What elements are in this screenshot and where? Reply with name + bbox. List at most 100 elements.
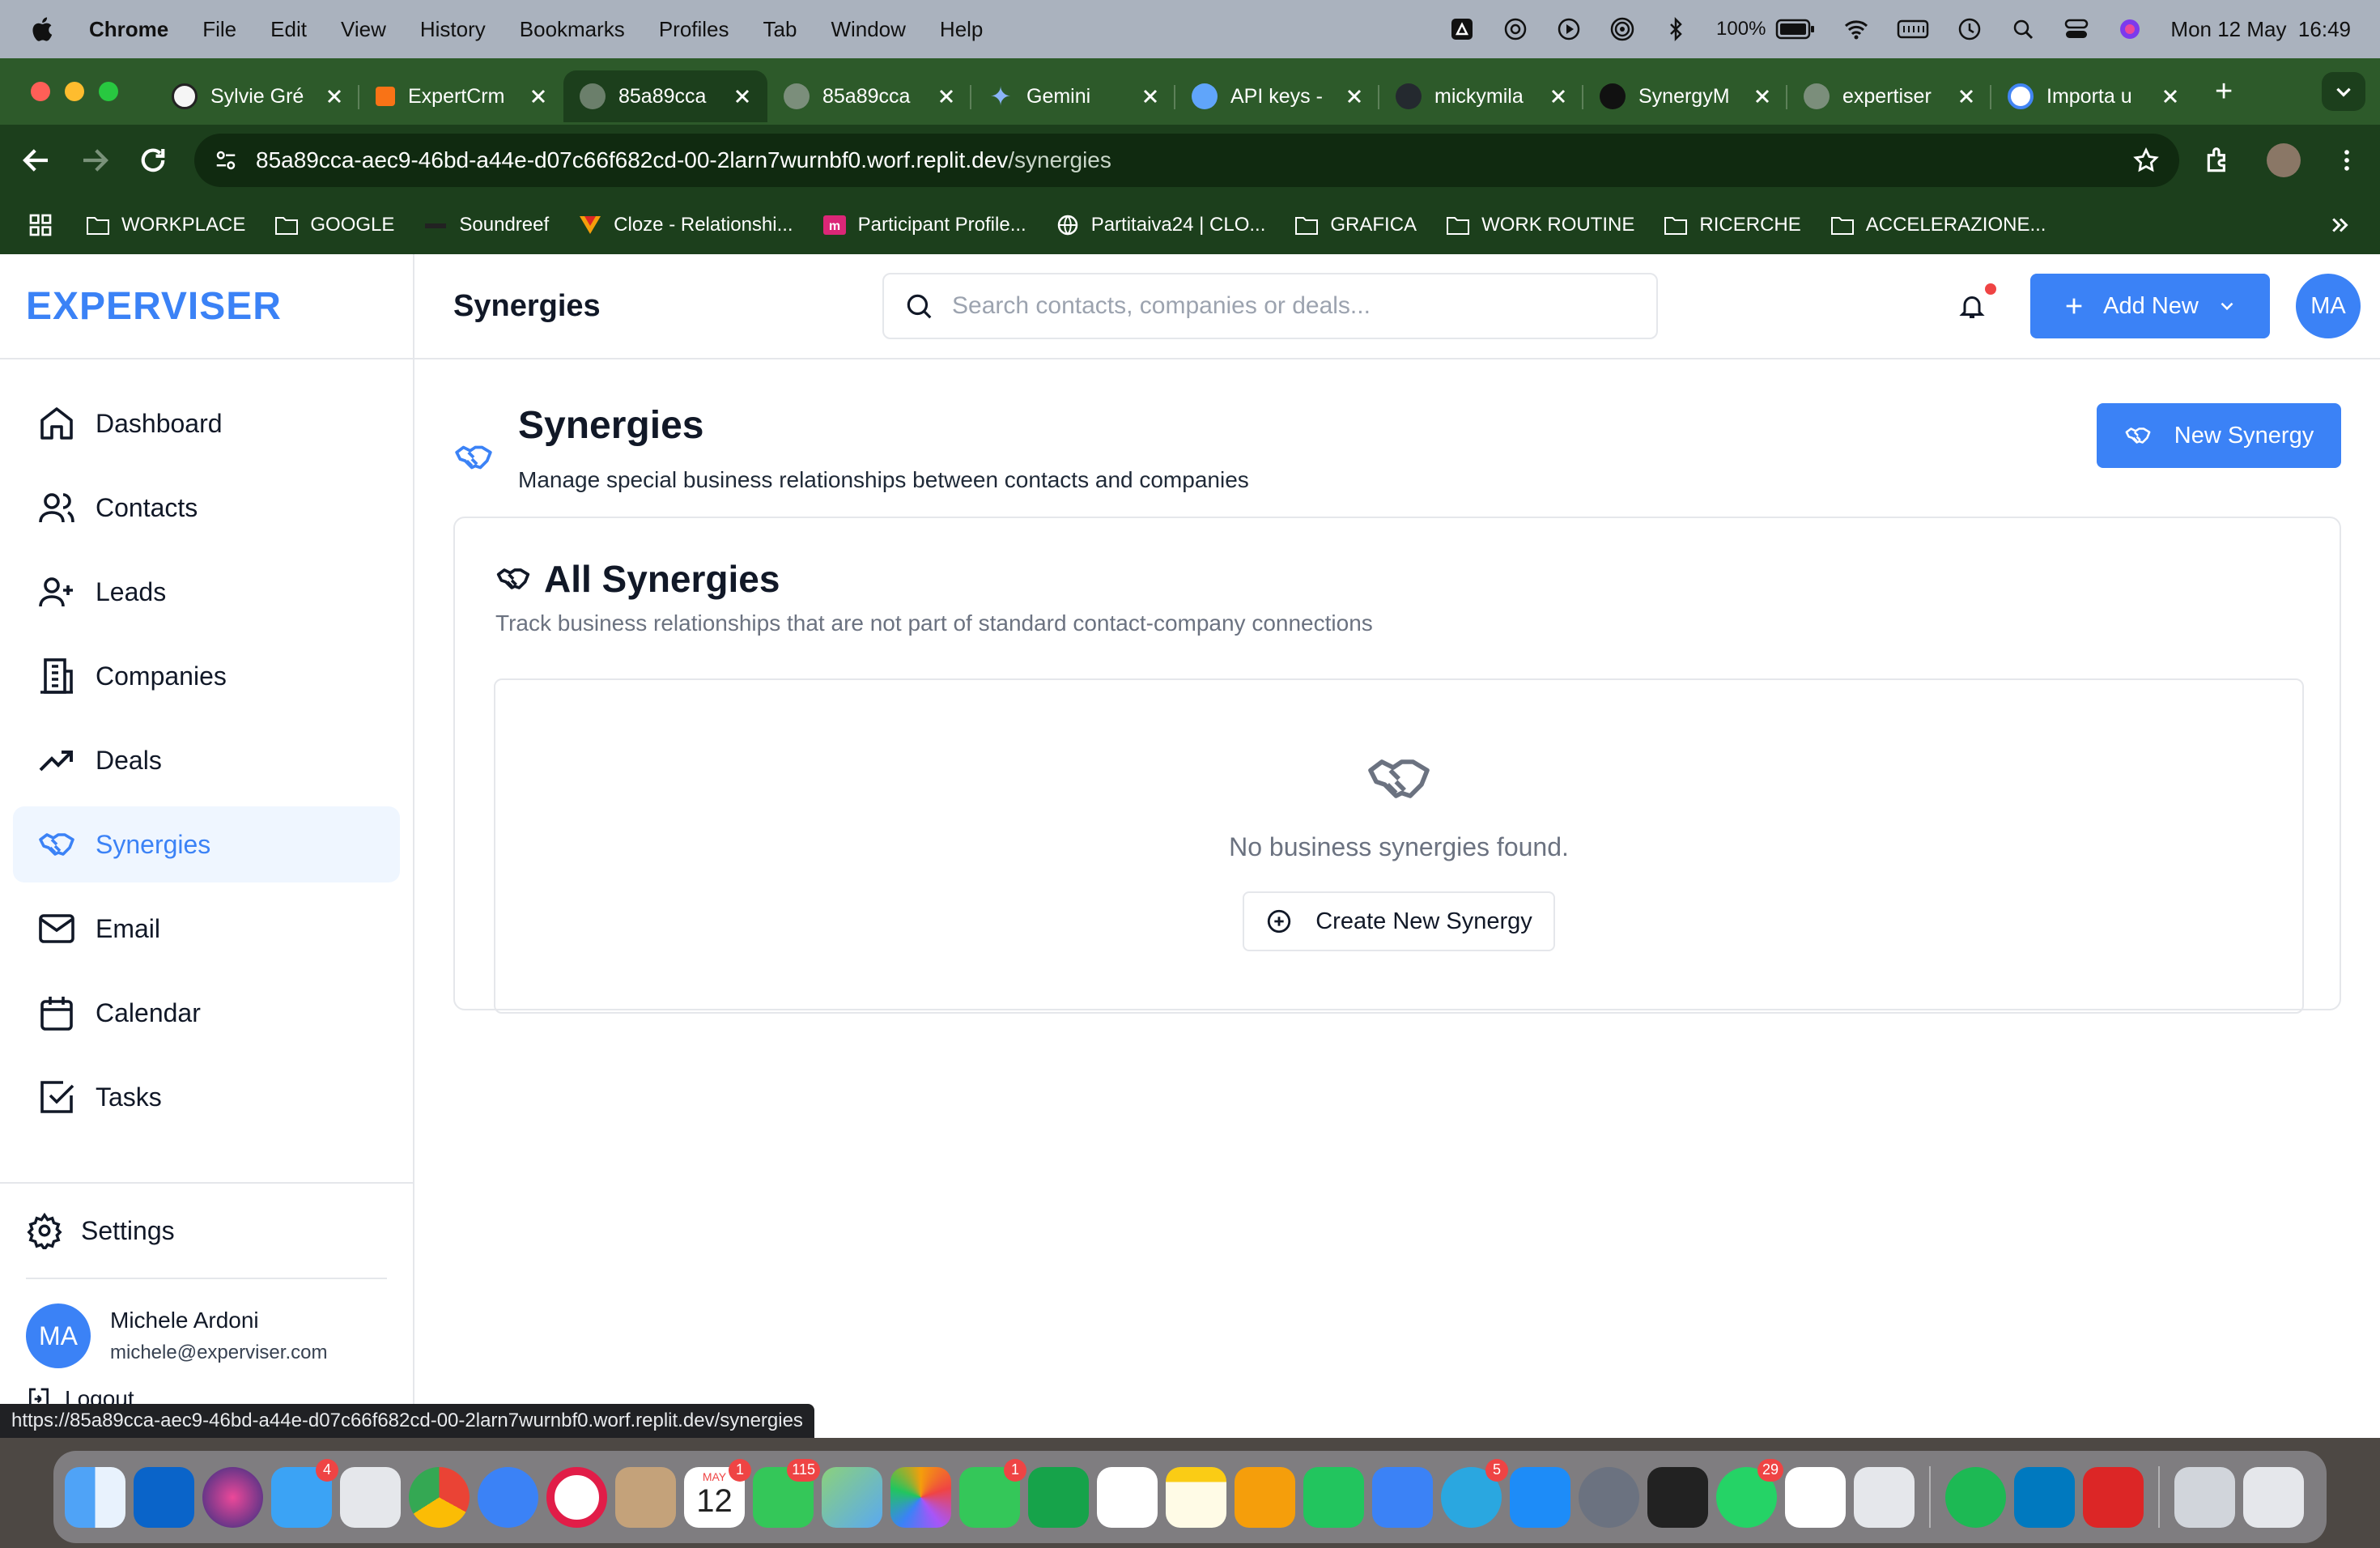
profile-avatar[interactable] — [2267, 143, 2301, 177]
bookmark-folder[interactable]: ACCELERAZIONE... — [1830, 214, 2046, 236]
keynote-icon[interactable] — [1372, 1466, 1433, 1528]
menu-tab[interactable]: Tab — [763, 17, 797, 42]
sidebar-item-settings[interactable]: Settings — [26, 1205, 387, 1257]
wifi-icon[interactable] — [1843, 16, 1869, 42]
chatgpt-app-icon[interactable] — [1785, 1466, 1846, 1528]
browser-tab[interactable]: ✦ Gemini — [971, 70, 1175, 122]
menu-bookmarks[interactable]: Bookmarks — [520, 17, 625, 42]
bookmark-star-icon[interactable] — [2132, 147, 2160, 174]
whatsapp-icon[interactable]: 29 — [1716, 1458, 1783, 1528]
bookmark-link[interactable]: m Participant Profile... — [822, 214, 1026, 236]
iphone-mirroring-icon[interactable] — [1854, 1466, 1915, 1528]
safari-icon[interactable] — [478, 1466, 538, 1528]
browser-tab[interactable]: SynergyM — [1583, 70, 1787, 122]
zoom-window-button[interactable] — [99, 82, 118, 101]
pages-icon[interactable] — [1235, 1466, 1295, 1528]
close-icon[interactable] — [937, 87, 955, 105]
messages-icon[interactable]: 115 — [753, 1458, 820, 1528]
reload-icon[interactable] — [136, 143, 170, 177]
browser-tab[interactable]: expertiser — [1787, 70, 1991, 122]
close-icon[interactable] — [325, 87, 343, 105]
new-synergy-button[interactable]: New Synergy — [2097, 403, 2341, 468]
airdrop-icon[interactable] — [1609, 16, 1635, 42]
facetime-icon[interactable]: 1 — [959, 1458, 1026, 1528]
browser-tab[interactable]: API keys - — [1175, 70, 1379, 122]
bookmark-folder[interactable]: WORK ROUTINE — [1446, 214, 1634, 236]
maps-icon[interactable] — [822, 1466, 882, 1528]
app-store-icon[interactable] — [1510, 1466, 1570, 1528]
notifications-button[interactable] — [1957, 283, 1996, 321]
kebab-menu-icon[interactable] — [2333, 147, 2361, 174]
close-icon[interactable] — [1549, 87, 1567, 105]
sidebar-item-calendar[interactable]: Calendar — [13, 975, 400, 1051]
chatgpt-icon[interactable] — [1502, 16, 1528, 42]
sidebar-item-contacts[interactable]: Contacts — [13, 470, 400, 546]
close-icon[interactable] — [1141, 87, 1159, 105]
create-new-synergy-button[interactable]: Create New Synergy — [1243, 891, 1555, 951]
close-icon[interactable] — [1345, 87, 1363, 105]
trello-icon[interactable] — [2014, 1466, 2075, 1528]
spotify-icon[interactable] — [1945, 1466, 2006, 1528]
brand-logo[interactable]: EXPERVISER — [0, 254, 413, 359]
bookmark-link[interactable]: Soundreef — [423, 214, 549, 236]
menubar-datetime[interactable]: Mon 12 May 16:49 — [2170, 17, 2351, 42]
spotlight-icon[interactable] — [2010, 16, 2036, 42]
google-chat-icon[interactable] — [1028, 1466, 1089, 1528]
telegram-icon[interactable]: 5 — [1441, 1458, 1508, 1528]
sidebar-item-leads[interactable]: Leads — [13, 554, 400, 630]
drive-icon[interactable] — [1449, 16, 1475, 42]
acrobat-icon[interactable] — [2083, 1466, 2144, 1528]
notes-icon[interactable] — [1166, 1466, 1226, 1528]
battery-icon[interactable] — [1775, 19, 1816, 40]
back-arrow-icon[interactable] — [19, 143, 53, 177]
menu-edit[interactable]: Edit — [270, 17, 307, 42]
new-tab-button[interactable]: + — [2215, 74, 2233, 109]
keyboard-icon[interactable] — [1897, 16, 1929, 42]
bluetooth-icon[interactable] — [1663, 16, 1689, 42]
apps-grid-icon[interactable] — [28, 212, 53, 238]
bookmark-link[interactable]: Cloze - Relationshi... — [578, 214, 793, 236]
sidebar-item-synergies[interactable]: Synergies — [13, 806, 400, 882]
finder-icon[interactable] — [65, 1466, 125, 1528]
header-avatar[interactable]: MA — [2296, 274, 2361, 338]
search-box[interactable] — [882, 273, 1658, 339]
search-input[interactable] — [952, 292, 1637, 320]
sidebar-item-deals[interactable]: Deals — [13, 722, 400, 798]
sidebar-item-email[interactable]: Email — [13, 891, 400, 967]
close-icon[interactable] — [529, 87, 547, 105]
outlook-icon[interactable] — [134, 1466, 194, 1528]
evernote-icon[interactable] — [1097, 1466, 1158, 1528]
extensions-icon[interactable] — [2204, 145, 2234, 176]
sidebar-item-companies[interactable]: Companies — [13, 638, 400, 714]
browser-tab-active[interactable]: 85a89cca — [563, 70, 767, 122]
browser-tab[interactable]: 85a89cca — [767, 70, 971, 122]
forward-arrow-icon[interactable] — [78, 143, 112, 177]
menu-view[interactable]: View — [341, 17, 386, 42]
menu-profiles[interactable]: Profiles — [659, 17, 729, 42]
contacts-app-icon[interactable] — [615, 1466, 676, 1528]
add-new-button[interactable]: Add New — [2030, 274, 2270, 338]
phone-icon[interactable] — [1647, 1466, 1708, 1528]
trash-icon[interactable] — [2243, 1466, 2304, 1528]
browser-tab[interactable]: mickymila — [1379, 70, 1583, 122]
menu-file[interactable]: File — [202, 17, 236, 42]
tab-search-button[interactable] — [2322, 72, 2365, 111]
numbers-icon[interactable] — [1303, 1466, 1364, 1528]
opera-icon[interactable] — [546, 1466, 607, 1528]
menu-window[interactable]: Window — [831, 17, 905, 42]
site-settings-icon[interactable] — [214, 148, 238, 172]
sidebar-item-dashboard[interactable]: Dashboard — [13, 385, 400, 461]
close-icon[interactable] — [1957, 87, 1975, 105]
close-icon[interactable] — [2161, 87, 2179, 105]
menu-history[interactable]: History — [420, 17, 486, 42]
bookmark-folder[interactable]: WORKPLACE — [86, 214, 245, 236]
apple-icon[interactable] — [29, 15, 53, 43]
close-icon[interactable] — [733, 87, 751, 105]
bookmark-folder[interactable]: GRAFICA — [1294, 214, 1417, 236]
menu-help[interactable]: Help — [940, 17, 983, 42]
browser-tab[interactable]: Sylvie Gré — [155, 70, 359, 122]
bookmark-link[interactable]: Partitaiva24 | CLO... — [1056, 214, 1265, 236]
siri-icon[interactable] — [2117, 16, 2143, 42]
address-bar[interactable]: 85a89cca-aec9-46bd-a44e-d07c66f682cd-00-… — [194, 134, 2179, 187]
close-icon[interactable] — [1753, 87, 1771, 105]
